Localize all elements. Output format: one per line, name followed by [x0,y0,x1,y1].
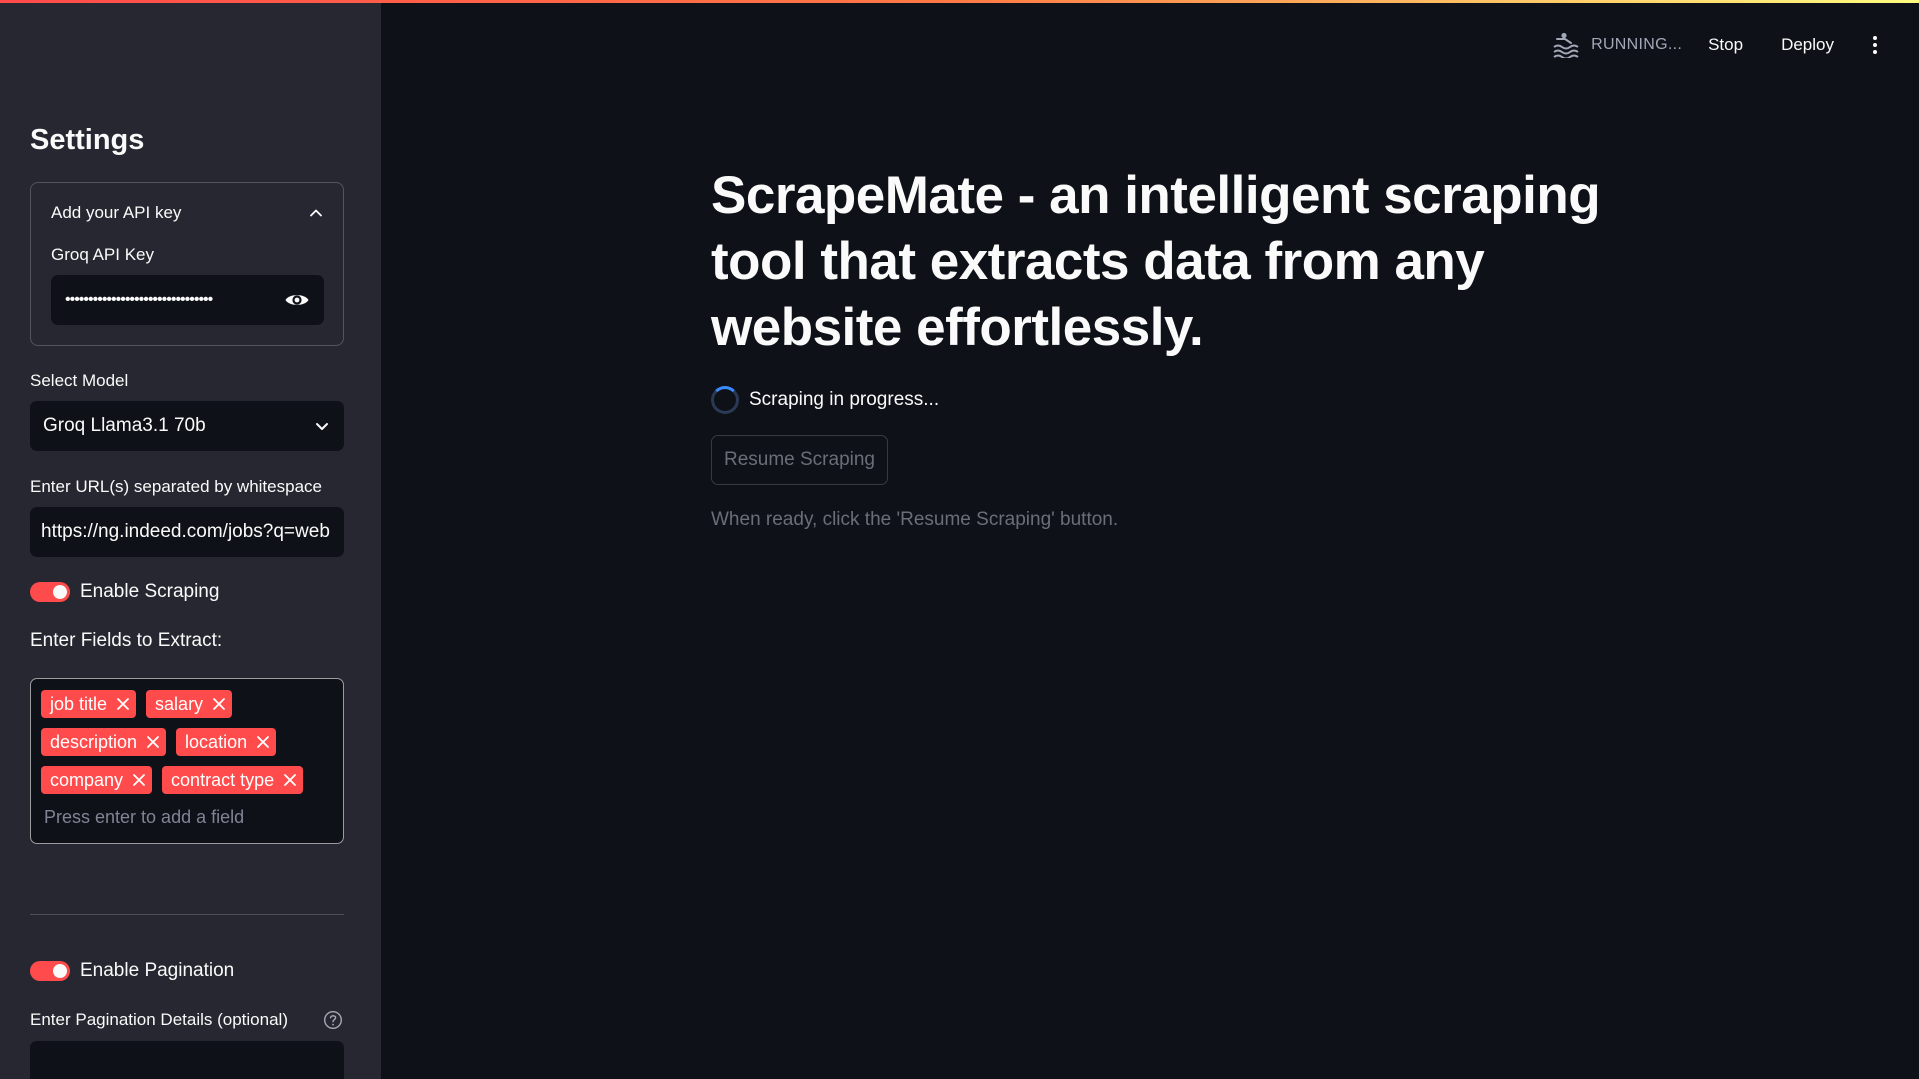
loading-spinner-icon [711,386,739,414]
running-icon [1553,32,1579,58]
sidebar: Settings Add your API key Groq API Key •… [0,0,381,1079]
field-tag: location [176,728,277,756]
chevron-up-icon [310,209,322,217]
field-tag-label: contract type [171,769,275,790]
enable-pagination-toggle-row[interactable]: Enable Pagination [30,959,234,983]
fields-to-extract-label: Enter Fields to Extract: [30,630,223,651]
pagination-details-input[interactable] [30,1041,344,1079]
field-tag-label: company [50,769,124,790]
more-menu-icon[interactable] [1872,35,1878,55]
resume-hint-text: When ready, click the 'Resume Scraping' … [711,509,1119,530]
close-icon[interactable] [212,697,226,711]
toggle-knob [53,964,67,978]
enable-pagination-toggle[interactable] [30,961,70,981]
close-icon[interactable] [132,773,146,787]
url-input-label: Enter URL(s) separated by whitespace [30,477,322,496]
help-icon[interactable] [323,1010,343,1030]
field-tag-label: job title [50,693,108,714]
api-key-expander: Add your API key Groq API Key ••••••••••… [30,182,344,346]
main-content: RUNNING... Stop Deploy ScrapeMate - an i… [381,0,1919,1079]
model-select[interactable]: Groq Llama3.1 70b [30,401,344,451]
url-input-value: https://ng.indeed.com/jobs?q=web [41,521,330,542]
field-tag: description [41,728,167,756]
close-icon[interactable] [256,735,270,749]
enable-scraping-label: Enable Scraping [80,581,220,602]
field-tag-label: salary [155,693,204,714]
deploy-button[interactable]: Deploy [1781,35,1834,55]
enable-pagination-label: Enable Pagination [80,960,235,981]
field-tag: salary [146,690,233,718]
eye-icon[interactable] [284,290,310,310]
groq-api-key-input[interactable]: •••••••••••••••••••••••••••••••• [51,275,324,325]
top-toolbar: RUNNING... Stop Deploy [1552,30,1919,60]
top-decoration-stripe [0,0,1919,3]
scraping-status-text: Scraping in progress... [749,389,940,410]
api-key-expander-label: Add your API key [51,203,182,222]
select-model-label: Select Model [30,371,129,390]
groq-api-key-label: Groq API Key [51,245,154,264]
field-tag: company [41,766,153,794]
pagination-details-label: Enter Pagination Details (optional) [30,1010,288,1029]
tags-container: job title salary description location co… [41,690,333,794]
close-icon[interactable] [116,697,130,711]
field-tag-label: location [185,731,248,752]
api-key-masked-value: •••••••••••••••••••••••••••••••• [65,291,213,308]
model-select-value: Groq Llama3.1 70b [43,415,206,436]
scraping-status: Scraping in progress... [711,385,939,415]
toggle-knob [53,585,67,599]
sidebar-divider [30,914,344,915]
chevron-down-icon [316,423,328,430]
sidebar-title: Settings [30,124,145,156]
page-title: ScrapeMate - an intelligent scraping too… [711,166,1601,357]
fields-tags-input[interactable]: job title salary description location co… [30,678,344,844]
close-icon[interactable] [146,735,160,749]
field-tag: job title [41,690,137,718]
stop-button[interactable]: Stop [1708,35,1743,55]
field-tag-label: description [50,731,138,752]
api-key-expander-header[interactable]: Add your API key [51,201,323,225]
field-tag: contract type [162,766,304,794]
running-status: RUNNING... [1591,36,1683,53]
close-icon[interactable] [283,773,297,787]
resume-scraping-button[interactable]: Resume Scraping [711,435,888,485]
url-input[interactable]: https://ng.indeed.com/jobs?q=web [30,507,344,557]
tags-input-placeholder[interactable]: Press enter to add a field [44,807,244,828]
enable-scraping-toggle[interactable] [30,582,70,602]
enable-scraping-toggle-row[interactable]: Enable Scraping [30,580,219,604]
